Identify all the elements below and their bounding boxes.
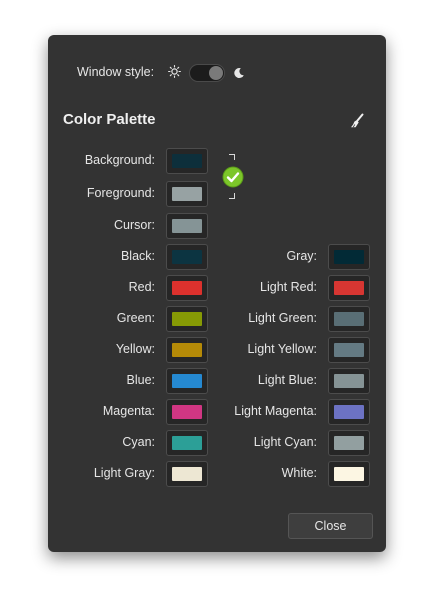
link-bracket-top xyxy=(229,154,235,160)
label-red: Red: xyxy=(128,280,155,294)
window-style-toggle[interactable] xyxy=(189,64,225,82)
swatch-color-light-blue xyxy=(334,374,364,388)
label-foreground: Foreground: xyxy=(86,186,155,200)
swatch-color-light-magenta xyxy=(334,405,364,419)
swatch-background[interactable] xyxy=(166,148,208,174)
swatch-color-light-cyan xyxy=(334,436,364,450)
label-light-magenta: Light Magenta: xyxy=(234,404,317,418)
check-icon[interactable] xyxy=(222,166,244,188)
toggle-knob[interactable] xyxy=(209,66,223,80)
swatch-color-light-green xyxy=(334,312,364,326)
swatch-light-cyan[interactable] xyxy=(328,430,370,456)
link-bracket-bottom xyxy=(229,193,235,199)
label-white: White: xyxy=(281,466,317,480)
label-light-red: Light Red: xyxy=(260,280,317,294)
label-light-green: Light Green: xyxy=(248,311,317,325)
label-light-yellow: Light Yellow: xyxy=(247,342,317,356)
label-light-cyan: Light Cyan: xyxy=(253,435,317,449)
palette-title: Color Palette xyxy=(63,111,156,128)
label-gray: Gray: xyxy=(286,249,317,263)
swatch-light-magenta[interactable] xyxy=(328,399,370,425)
swatch-light-green[interactable] xyxy=(328,306,370,332)
label-magenta: Magenta: xyxy=(102,404,155,418)
swatch-color-background xyxy=(172,154,202,168)
swatch-foreground[interactable] xyxy=(166,181,208,207)
swatch-color-light-yellow xyxy=(334,343,364,357)
label-green: Green: xyxy=(116,311,155,325)
brush-icon[interactable] xyxy=(349,113,365,129)
label-light-blue: Light Blue: xyxy=(257,373,317,387)
swatch-color-gray xyxy=(334,250,364,264)
label-black: Black: xyxy=(120,249,155,263)
swatch-gray[interactable] xyxy=(328,244,370,270)
sun-icon[interactable] xyxy=(168,65,181,78)
window-style-label: Window style: xyxy=(77,65,155,79)
label-yellow: Yellow: xyxy=(115,342,155,356)
swatch-color-white xyxy=(334,467,364,481)
swatch-color-foreground xyxy=(172,187,202,201)
swatch-light-red[interactable] xyxy=(328,275,370,301)
label-cyan: Cyan: xyxy=(122,435,155,449)
color-palette-dialog: Window style: Color Palette Background: F… xyxy=(48,35,386,552)
close-button[interactable]: Close xyxy=(288,513,373,539)
swatch-white[interactable] xyxy=(328,461,370,487)
swatch-light-blue[interactable] xyxy=(328,368,370,394)
swatch-color-light-red xyxy=(334,281,364,295)
moon-icon[interactable] xyxy=(233,67,245,79)
label-blue: Blue: xyxy=(126,373,156,387)
label-background: Background: xyxy=(84,153,155,167)
label-cursor: Cursor: xyxy=(114,218,155,232)
swatch-color-cursor xyxy=(172,219,202,233)
swatch-light-yellow[interactable] xyxy=(328,337,370,363)
label-light-gray: Light Gray: xyxy=(93,466,155,480)
swatch-cursor[interactable] xyxy=(166,213,208,239)
